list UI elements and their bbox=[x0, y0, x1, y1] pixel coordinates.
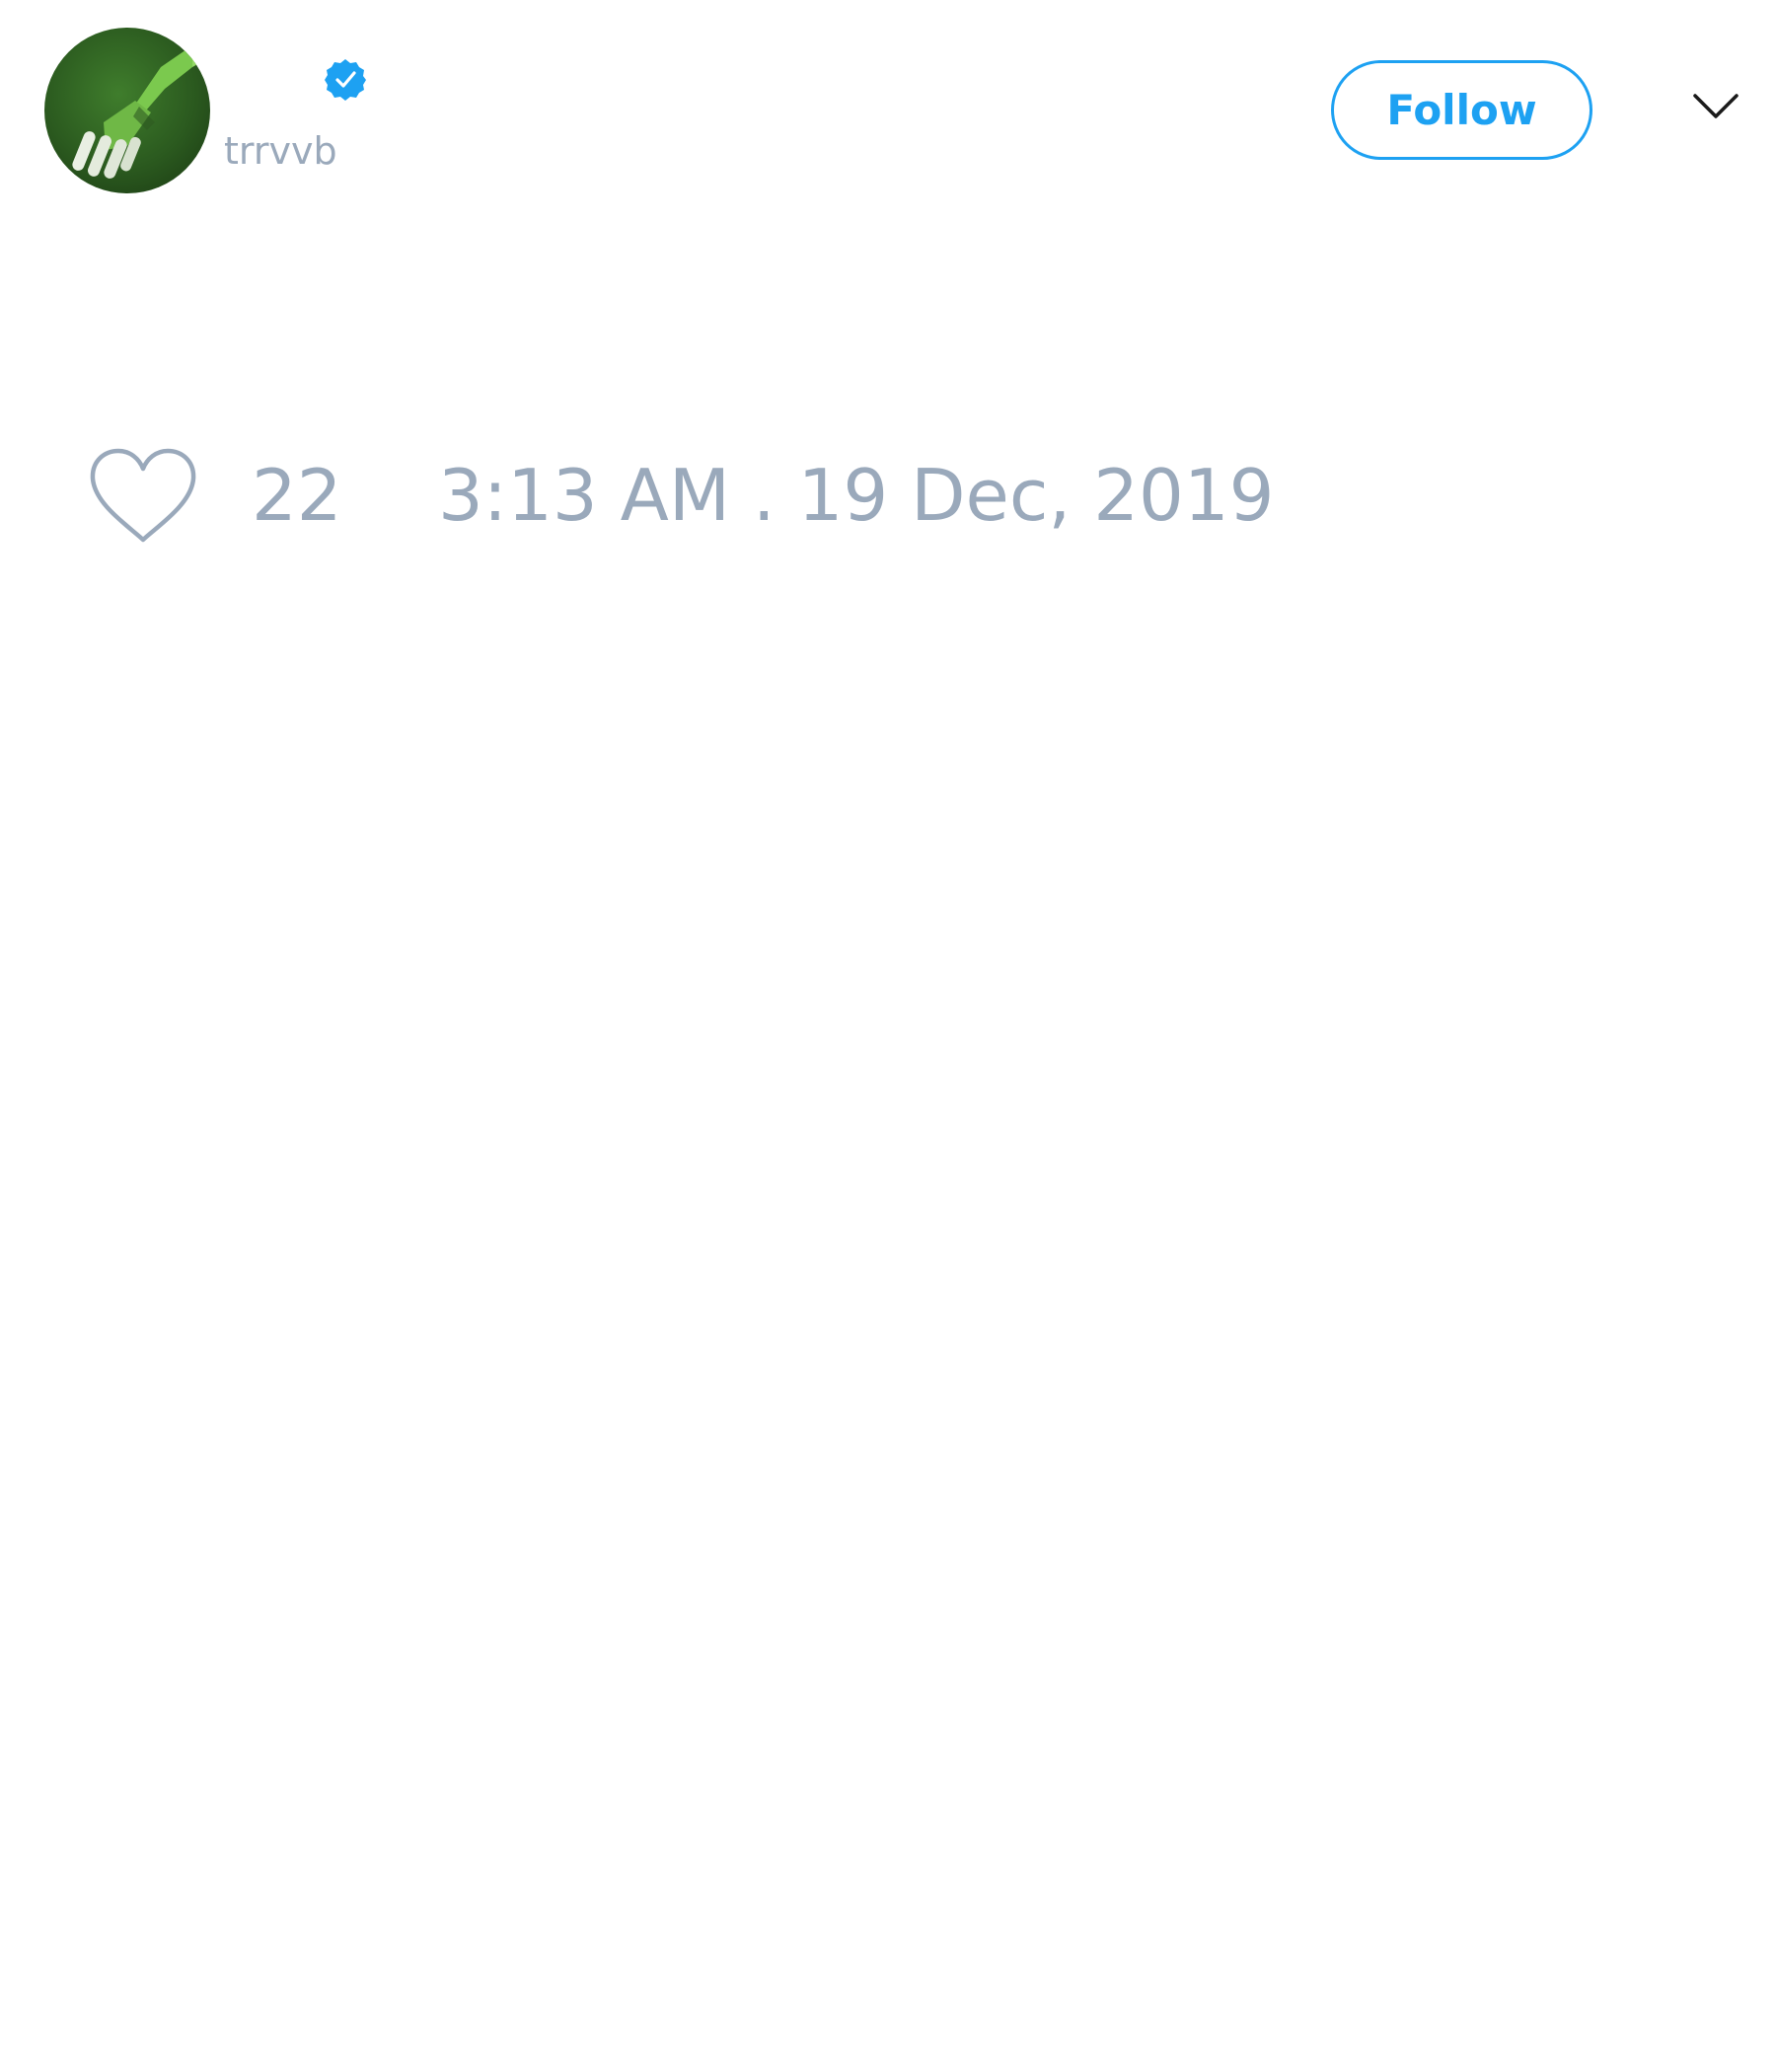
avatar[interactable] bbox=[44, 28, 210, 193]
avatar-image bbox=[44, 28, 210, 193]
follow-button[interactable]: Follow bbox=[1331, 60, 1592, 160]
verified-badge-icon bbox=[325, 59, 366, 101]
heart-outline-icon[interactable] bbox=[89, 447, 197, 544]
tweet-card: trrvvb Follow 22 3:13 AM . 19 Dec, 2019 bbox=[0, 0, 1776, 2072]
tweet-timestamp[interactable]: 3:13 AM . 19 Dec, 2019 bbox=[438, 454, 1274, 537]
chevron-down-icon[interactable] bbox=[1692, 92, 1739, 121]
like-count: 22 bbox=[252, 454, 342, 537]
author-handle[interactable]: trrvvb bbox=[224, 126, 337, 176]
